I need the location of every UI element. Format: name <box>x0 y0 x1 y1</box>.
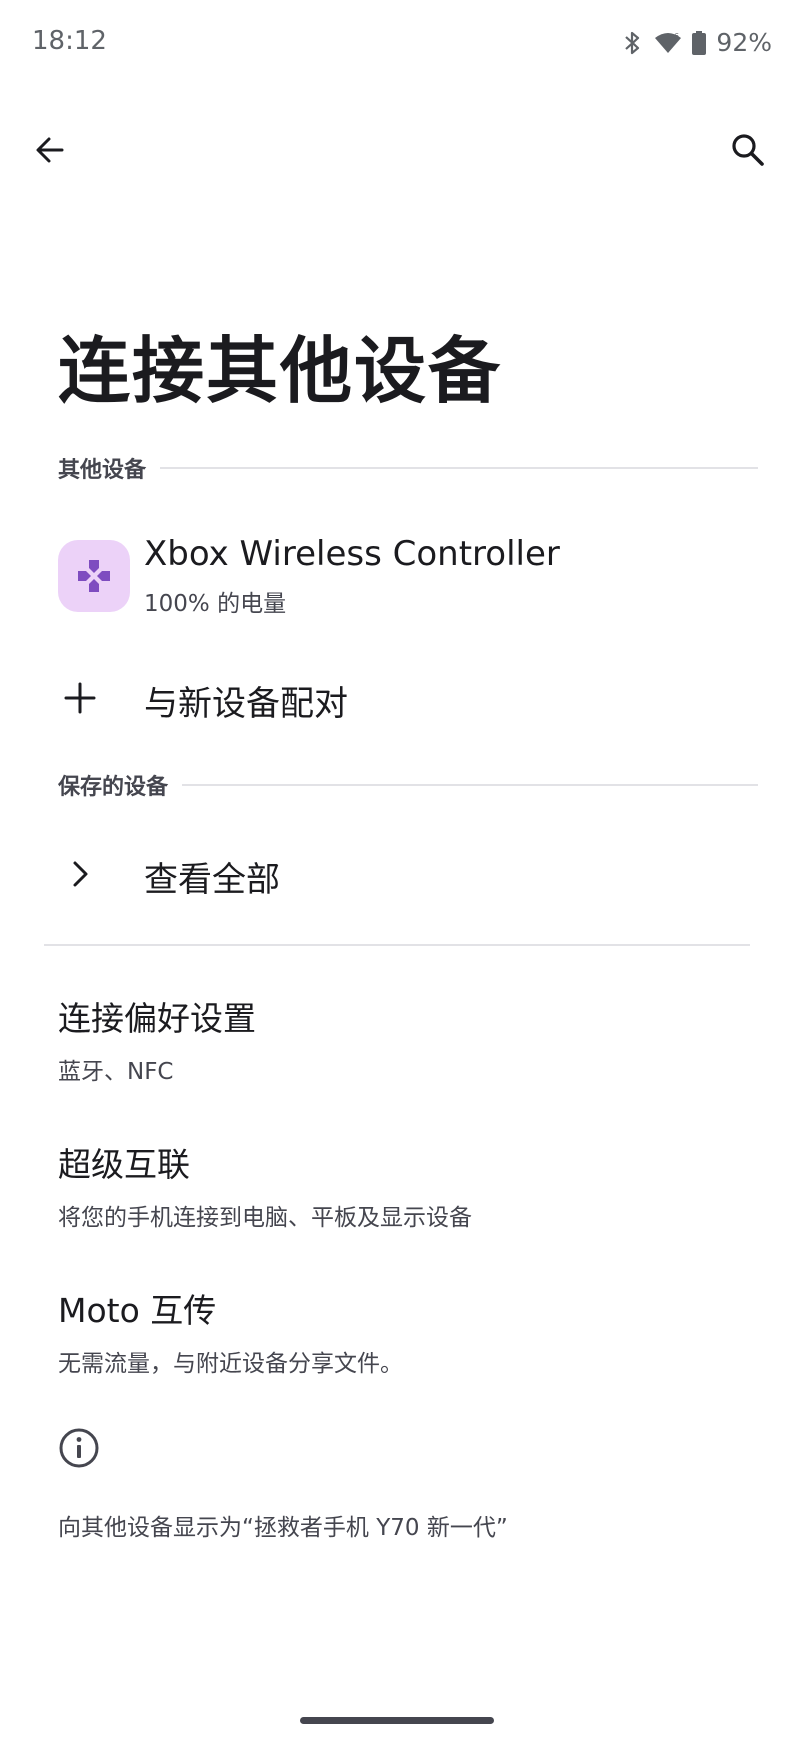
pair-new-device-button[interactable]: 与新设备配对 <box>58 658 758 738</box>
gamepad-icon <box>78 560 110 592</box>
pref-connection-preferences[interactable]: 连接偏好设置 蓝牙、NFC <box>58 992 758 1086</box>
section-header-saved-devices: 保存的设备 <box>58 765 758 805</box>
bluetooth-icon <box>622 30 644 56</box>
section-label: 其他设备 <box>58 458 147 483</box>
status-bar: 18:12 6 92% <box>0 0 800 90</box>
status-icons: 6 92% <box>622 28 772 57</box>
section-label: 保存的设备 <box>58 775 169 800</box>
chevron-right-icon <box>58 852 102 896</box>
search-icon <box>732 134 764 166</box>
pref-subtitle: 蓝牙、NFC <box>58 1059 174 1085</box>
section-header-other-devices: 其他设备 <box>58 448 758 488</box>
back-button[interactable] <box>26 126 74 174</box>
see-all-button[interactable]: 查看全部 <box>58 834 758 914</box>
device-name: Xbox Wireless Controller <box>144 534 560 574</box>
section-divider <box>182 784 758 786</box>
list-divider <box>44 944 750 946</box>
gesture-nav-handle[interactable] <box>300 1717 494 1724</box>
pref-subtitle: 无需流量，与附近设备分享文件。 <box>58 1351 403 1377</box>
pref-moto-share[interactable]: Moto 互传 无需流量，与附近设备分享文件。 <box>58 1284 758 1378</box>
pref-title: 超级互联 <box>58 1145 190 1184</box>
wifi-icon: 6 <box>654 31 682 55</box>
arrow-left-icon <box>36 137 64 163</box>
info-icon <box>58 1427 100 1469</box>
device-row-xbox-controller[interactable]: Xbox Wireless Controller 100% 的电量 <box>58 534 758 624</box>
battery-icon <box>692 30 707 55</box>
device-visible-name-text: 向其他设备显示为“拯救者手机 Y70 新一代” <box>58 1515 508 1541</box>
pref-title: 连接偏好设置 <box>58 999 256 1038</box>
status-time: 18:12 <box>32 26 107 56</box>
device-icon-tile <box>58 540 130 612</box>
battery-percent: 92% <box>716 28 772 57</box>
search-button[interactable] <box>724 126 772 174</box>
section-divider <box>160 467 758 469</box>
app-bar <box>0 110 800 190</box>
svg-text:6: 6 <box>674 32 679 41</box>
pref-subtitle: 将您的手机连接到电脑、平板及显示设备 <box>58 1205 472 1231</box>
device-battery-status: 100% 的电量 <box>144 591 287 617</box>
pref-super-link[interactable]: 超级互联 将您的手机连接到电脑、平板及显示设备 <box>58 1138 758 1232</box>
see-all-label: 查看全部 <box>144 860 280 900</box>
page-title: 连接其他设备 <box>58 329 503 413</box>
plus-icon <box>58 676 102 720</box>
pair-new-device-label: 与新设备配对 <box>144 684 348 724</box>
pref-title: Moto 互传 <box>58 1291 217 1330</box>
